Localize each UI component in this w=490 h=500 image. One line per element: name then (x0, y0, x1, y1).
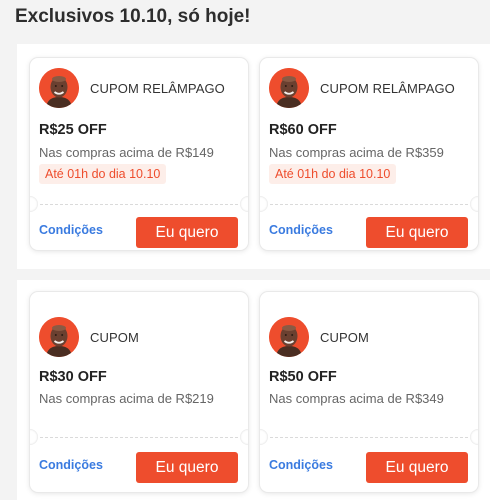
coupon-notch-right (470, 196, 478, 212)
conditions-link[interactable]: Condições (39, 458, 103, 472)
coupon-expiry-badge: Até 01h do dia 10.10 (39, 164, 167, 184)
person-face-avatar-icon (39, 317, 79, 357)
person-face-avatar-icon (39, 68, 79, 108)
coupon-group-regular: CUPOM R$30 OFF Nas compras acima de R$21… (17, 280, 490, 500)
coupon-divider (40, 204, 238, 205)
coupon-notch-left (260, 429, 268, 445)
coupon-divider (270, 437, 468, 438)
person-face-avatar-icon (269, 68, 309, 108)
coupon-discount: R$25 OFF (39, 122, 107, 138)
coupon-divider (270, 204, 468, 205)
coupon-card[interactable]: CUPOM RELÂMPAGO R$60 OFF Nas compras aci… (260, 58, 478, 250)
coupon-discount: R$60 OFF (269, 122, 337, 138)
claim-coupon-button[interactable]: Eu quero (366, 452, 468, 483)
page-title: Exclusivos 10.10, só hoje! (15, 6, 251, 27)
coupon-discount: R$50 OFF (269, 369, 337, 385)
coupon-notch-right (240, 196, 248, 212)
coupon-card[interactable]: CUPOM RELÂMPAGO R$25 OFF Nas compras aci… (30, 58, 248, 250)
coupon-minimum: Nas compras acima de R$149 (39, 145, 214, 160)
claim-coupon-button[interactable]: Eu quero (366, 217, 468, 248)
coupon-card[interactable]: CUPOM R$50 OFF Nas compras acima de R$34… (260, 292, 478, 492)
conditions-link[interactable]: Condições (269, 223, 333, 237)
coupon-type-label: CUPOM RELÂMPAGO (320, 81, 455, 96)
coupon-divider (40, 437, 238, 438)
coupon-discount: R$30 OFF (39, 369, 107, 385)
coupon-card[interactable]: CUPOM R$30 OFF Nas compras acima de R$21… (30, 292, 248, 492)
claim-coupon-button[interactable]: Eu quero (136, 217, 238, 248)
claim-coupon-button[interactable]: Eu quero (136, 452, 238, 483)
person-face-avatar-icon (269, 317, 309, 357)
coupon-type-label: CUPOM RELÂMPAGO (90, 81, 225, 96)
coupon-expiry-badge: Até 01h do dia 10.10 (269, 164, 397, 184)
coupon-notch-left (30, 429, 38, 445)
coupon-group-flash: CUPOM RELÂMPAGO R$25 OFF Nas compras aci… (17, 44, 490, 269)
coupon-notch-left (30, 196, 38, 212)
coupon-minimum: Nas compras acima de R$349 (269, 391, 444, 406)
coupon-minimum: Nas compras acima de R$359 (269, 145, 444, 160)
coupon-notch-left (260, 196, 268, 212)
coupon-minimum: Nas compras acima de R$219 (39, 391, 214, 406)
coupon-notch-right (470, 429, 478, 445)
coupon-notch-right (240, 429, 248, 445)
coupon-type-label: CUPOM (90, 330, 139, 345)
conditions-link[interactable]: Condições (39, 223, 103, 237)
conditions-link[interactable]: Condições (269, 458, 333, 472)
coupon-type-label: CUPOM (320, 330, 369, 345)
